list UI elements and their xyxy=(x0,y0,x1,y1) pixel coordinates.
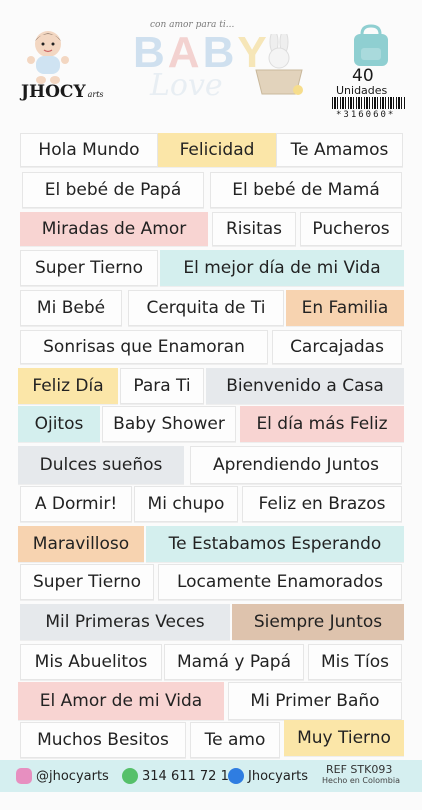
instagram-handle: @jhocyarts xyxy=(36,768,109,784)
sticker: Mis Tíos xyxy=(308,644,402,680)
sticker: Mis Abuelitos xyxy=(20,644,162,680)
sticker: Te Amamos xyxy=(276,133,403,167)
facebook-contact: Jhocyarts xyxy=(228,760,308,792)
sticker: El bebé de Mamá xyxy=(210,172,402,208)
made-in-label: Hecho en Colombia xyxy=(322,776,400,785)
whatsapp-icon xyxy=(122,768,138,784)
instagram-contact: @jhocyarts xyxy=(16,760,109,792)
sticker: Hola Mundo xyxy=(20,133,158,167)
sticker: Carcajadas xyxy=(272,330,402,364)
sticker: Sonrisas que Enamoran xyxy=(20,330,268,364)
sticker: El Amor de mi Vida xyxy=(18,682,224,720)
sticker: Bienvenido a Casa xyxy=(206,368,404,404)
sticker: Mil Primeras Veces xyxy=(20,604,230,640)
brand-logo: JHOCY arts xyxy=(21,82,104,102)
sticker: El mejor día de mi Vida xyxy=(160,250,404,286)
sticker: Mi chupo xyxy=(134,486,238,522)
sticker: Baby Shower xyxy=(102,406,236,442)
barcode xyxy=(332,97,406,109)
facebook-handle: Jhocyarts xyxy=(248,768,309,784)
header: JHOCY arts con amor para ti... BABY Love … xyxy=(0,0,422,130)
sticker: Mamá y Papá xyxy=(164,644,304,680)
sticker: Aprendiendo Juntos xyxy=(190,446,402,484)
units-label: Unidades xyxy=(336,84,388,97)
unit-count: 40 xyxy=(352,66,374,86)
sticker: El bebé de Papá xyxy=(22,172,204,208)
baby-illustration xyxy=(27,31,69,84)
sticker: El día más Feliz xyxy=(240,406,404,442)
sticker: Risitas xyxy=(212,212,296,246)
sticker: Felicidad xyxy=(158,133,276,167)
sticker: Mi Bebé xyxy=(20,290,122,326)
sticker: Muchos Besitos xyxy=(20,722,186,758)
instagram-icon xyxy=(16,768,32,784)
sticker: Dulces sueños xyxy=(18,446,184,484)
sticker: Locamente Enamorados xyxy=(158,564,402,600)
sticker: Miradas de Amor xyxy=(20,212,208,246)
sticker: Muy Tierno xyxy=(284,720,404,756)
sticker: Feliz en Brazos xyxy=(242,486,402,522)
whatsapp-number: 314 611 72 19 xyxy=(142,768,238,784)
reference-code: REF STK093 xyxy=(326,763,393,776)
sticker: Feliz Día xyxy=(18,368,118,404)
sticker: Te Estabamos Esperando xyxy=(146,526,404,562)
sticker: A Dormir! xyxy=(20,486,132,522)
sticker: Pucheros xyxy=(300,212,402,246)
sticker: Super Tierno xyxy=(20,250,158,286)
sticker: Mi Primer Baño xyxy=(228,682,402,720)
bunny-basket-illustration xyxy=(255,34,303,95)
sticker: Te amo xyxy=(190,722,280,758)
whatsapp-contact: 314 611 72 19 xyxy=(122,760,237,792)
sticker: Para Ti xyxy=(120,368,204,404)
title-love: Love xyxy=(150,68,223,103)
sticker: Siempre Juntos xyxy=(232,604,404,640)
sticker: Super Tierno xyxy=(20,564,154,600)
sticker-sheet: JHOCY arts con amor para ti... BABY Love … xyxy=(0,0,422,810)
sticker: Cerquita de Ti xyxy=(128,290,284,326)
sticker: En Familia xyxy=(286,290,404,326)
sticker: Maravilloso xyxy=(18,526,144,562)
bag-icon xyxy=(354,24,388,66)
barcode-number: *316060* xyxy=(336,110,396,120)
facebook-icon xyxy=(228,768,244,784)
sticker: Ojitos xyxy=(18,406,100,442)
